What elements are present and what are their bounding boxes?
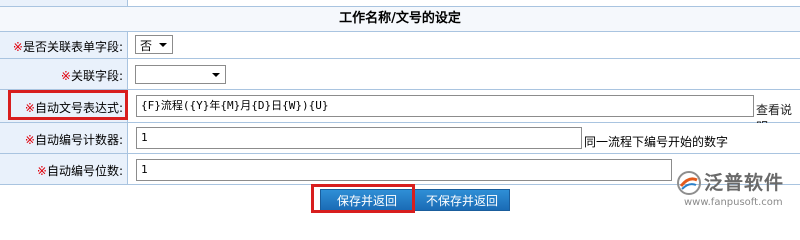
brand-url: www.fanpusoft.com bbox=[684, 197, 783, 208]
row-linked-field: ※关联字段: bbox=[0, 59, 800, 90]
section-title: 工作名称/文号的设定 bbox=[0, 7, 800, 32]
label-linked-field: 关联字段: bbox=[70, 69, 123, 83]
chevron-down-icon bbox=[212, 73, 220, 77]
required-mark: ※ bbox=[12, 40, 23, 54]
label-auto-number-counter: 自动编号计数器: bbox=[34, 133, 123, 147]
row-link-form-field: ※是否关联表单字段: 否 bbox=[0, 32, 800, 59]
row-auto-number-counter: ※自动编号计数器: 1 同一流程下编号开始的数字 bbox=[0, 123, 800, 154]
settings-form: 工作名称/文号的设定 ※是否关联表单字段: 否 ※关联字段: ※自动文号表达式:… bbox=[0, 0, 800, 213]
highlight-save-button-box bbox=[311, 184, 415, 213]
required-mark: ※ bbox=[60, 69, 71, 83]
auto-number-expression-input[interactable]: {F}流程({Y}年{M}月{D}日{W}){U} bbox=[136, 95, 754, 117]
row-label-cell: ※是否关联表单字段: bbox=[0, 32, 128, 58]
linked-field-select[interactable] bbox=[135, 65, 226, 84]
highlight-label-box bbox=[8, 90, 128, 120]
select-value: 否 bbox=[140, 39, 153, 53]
row-label-cell: ※自动编号计数器: bbox=[0, 123, 128, 153]
required-mark: ※ bbox=[36, 164, 47, 178]
label-auto-number-digits: 自动编号位数: bbox=[46, 164, 123, 178]
previous-row-fragment bbox=[0, 0, 800, 7]
link-form-field-select[interactable]: 否 bbox=[135, 35, 173, 54]
row-label-cell: ※关联字段: bbox=[0, 59, 128, 89]
auto-number-digits-input[interactable]: 1 bbox=[136, 159, 672, 181]
brand-logo: 泛普软件 www.fanpusoft.com bbox=[672, 164, 800, 213]
label-link-form-field: 是否关联表单字段: bbox=[22, 40, 123, 54]
row-label-cell: ※自动编号位数: bbox=[0, 154, 128, 184]
brand-mark-icon bbox=[677, 171, 701, 195]
required-mark: ※ bbox=[24, 133, 35, 147]
auto-number-counter-input[interactable]: 1 bbox=[136, 127, 582, 149]
counter-hint: 同一流程下编号开始的数字 bbox=[584, 135, 729, 149]
nosave-and-return-button[interactable]: 不保存并返回 bbox=[414, 189, 510, 211]
brand-name: 泛普软件 bbox=[704, 172, 785, 194]
chevron-down-icon bbox=[159, 43, 167, 47]
